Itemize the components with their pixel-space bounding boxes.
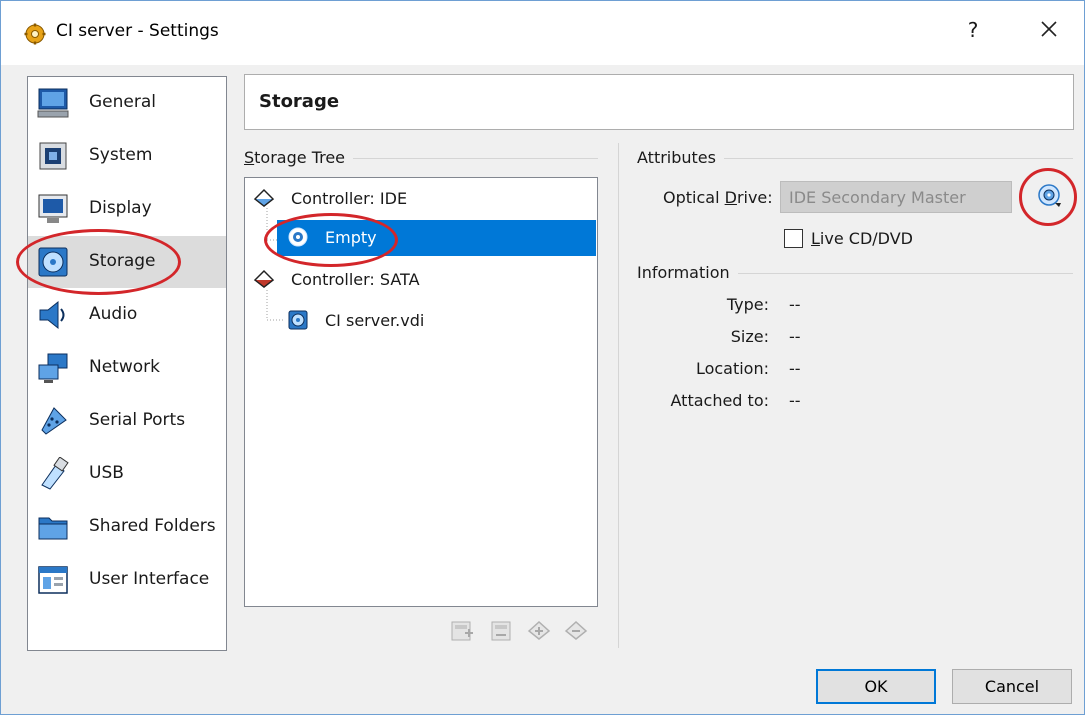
sidebar-item-storage[interactable]: Storage xyxy=(28,236,226,288)
optical-drive-label: Optical Drive: xyxy=(663,188,773,207)
serial-port-icon xyxy=(41,407,67,435)
close-icon[interactable] xyxy=(1037,17,1061,41)
sidebar-item-label: Shared Folders xyxy=(89,516,216,536)
remove-attachment-icon[interactable] xyxy=(564,619,588,643)
add-controller-icon[interactable] xyxy=(450,619,474,643)
settings-category-list: General System Display Storage Audio Net… xyxy=(27,76,227,651)
storage-tree-label: Storage Tree xyxy=(244,148,354,167)
information-label: Information xyxy=(637,263,738,282)
sidebar-item-user-interface[interactable]: User Interface xyxy=(28,554,226,606)
tree-item-controller-sata[interactable]: Controller: SATA xyxy=(245,261,597,297)
page-title: Storage xyxy=(259,91,340,112)
title-bar: CI server - Settings ? xyxy=(1,1,1084,65)
info-key-location: Location: xyxy=(695,359,769,378)
help-button[interactable]: ? xyxy=(963,18,983,42)
sidebar-item-label: Display xyxy=(89,198,152,218)
hard-disk-icon xyxy=(288,310,308,330)
info-key-attached-to: Attached to: xyxy=(670,391,770,410)
sidebar-item-label: USB xyxy=(89,463,124,483)
optical-disc-icon xyxy=(288,227,308,247)
page-title-box: Storage xyxy=(244,74,1074,130)
info-value-attached-to: -- xyxy=(789,391,801,410)
window-title: CI server - Settings xyxy=(56,21,219,41)
sidebar-item-label: Storage xyxy=(89,251,156,271)
ok-button[interactable]: OK xyxy=(816,669,936,704)
sidebar-item-display[interactable]: Display xyxy=(28,183,226,235)
settings-dialog: CI server - Settings ? General System Di… xyxy=(0,0,1085,715)
sidebar-item-label: User Interface xyxy=(89,569,210,589)
storage-disk-icon xyxy=(38,247,68,277)
choose-disc-icon[interactable] xyxy=(1037,183,1063,209)
sidebar-item-label: Serial Ports xyxy=(89,410,186,430)
live-cd-label: Live CD/DVD xyxy=(811,229,913,248)
cancel-button[interactable]: Cancel xyxy=(952,669,1072,704)
optical-drive-value: IDE Secondary Master xyxy=(789,188,966,207)
usb-icon xyxy=(41,457,69,490)
panel-separator xyxy=(618,143,619,648)
tree-item-label: Empty xyxy=(325,228,377,247)
remove-controller-icon[interactable] xyxy=(489,619,513,643)
sidebar-item-label: General xyxy=(89,92,156,112)
sidebar-item-label: Audio xyxy=(89,304,138,324)
monitor-icon xyxy=(37,88,69,118)
gear-icon xyxy=(24,23,46,45)
folder-icon xyxy=(38,517,68,540)
display-icon xyxy=(38,194,68,223)
info-value-size: -- xyxy=(789,327,801,346)
info-value-location: -- xyxy=(789,359,801,378)
live-cd-checkbox[interactable] xyxy=(784,229,803,248)
window-icon xyxy=(38,566,68,594)
ide-controller-icon xyxy=(253,188,275,207)
sata-controller-icon xyxy=(253,269,275,288)
tree-item-label: CI server.vdi xyxy=(325,311,425,330)
sidebar-item-label: System xyxy=(89,145,153,165)
sidebar-item-shared-folders[interactable]: Shared Folders xyxy=(28,501,226,553)
info-key-type: Type: xyxy=(726,295,769,314)
info-key-size: Size: xyxy=(730,327,769,346)
sidebar-item-general[interactable]: General xyxy=(28,77,226,129)
add-attachment-icon[interactable] xyxy=(527,619,551,643)
tree-item-empty-optical[interactable]: Empty xyxy=(245,219,597,256)
sidebar-item-system[interactable]: System xyxy=(28,130,226,182)
tree-item-controller-ide[interactable]: Controller: IDE xyxy=(245,180,597,216)
sidebar-item-serial-ports[interactable]: Serial Ports xyxy=(28,395,226,447)
tree-item-label: Controller: SATA xyxy=(291,270,420,289)
attributes-label: Attributes xyxy=(637,148,724,167)
info-value-type: -- xyxy=(789,295,801,314)
storage-tree[interactable]: Controller: IDE Empty Controller: SATA C… xyxy=(244,177,598,607)
sidebar-item-label: Network xyxy=(89,357,160,377)
sidebar-item-audio[interactable]: Audio xyxy=(28,289,226,341)
sidebar-item-network[interactable]: Network xyxy=(28,342,226,394)
network-icon xyxy=(38,353,68,383)
tree-item-hard-disk[interactable]: CI server.vdi xyxy=(245,302,597,338)
speaker-icon xyxy=(39,300,65,330)
sidebar-item-usb[interactable]: USB xyxy=(28,448,226,500)
optical-drive-select[interactable]: IDE Secondary Master xyxy=(780,181,1012,213)
tree-item-label: Controller: IDE xyxy=(291,189,408,208)
chip-icon xyxy=(39,142,67,170)
